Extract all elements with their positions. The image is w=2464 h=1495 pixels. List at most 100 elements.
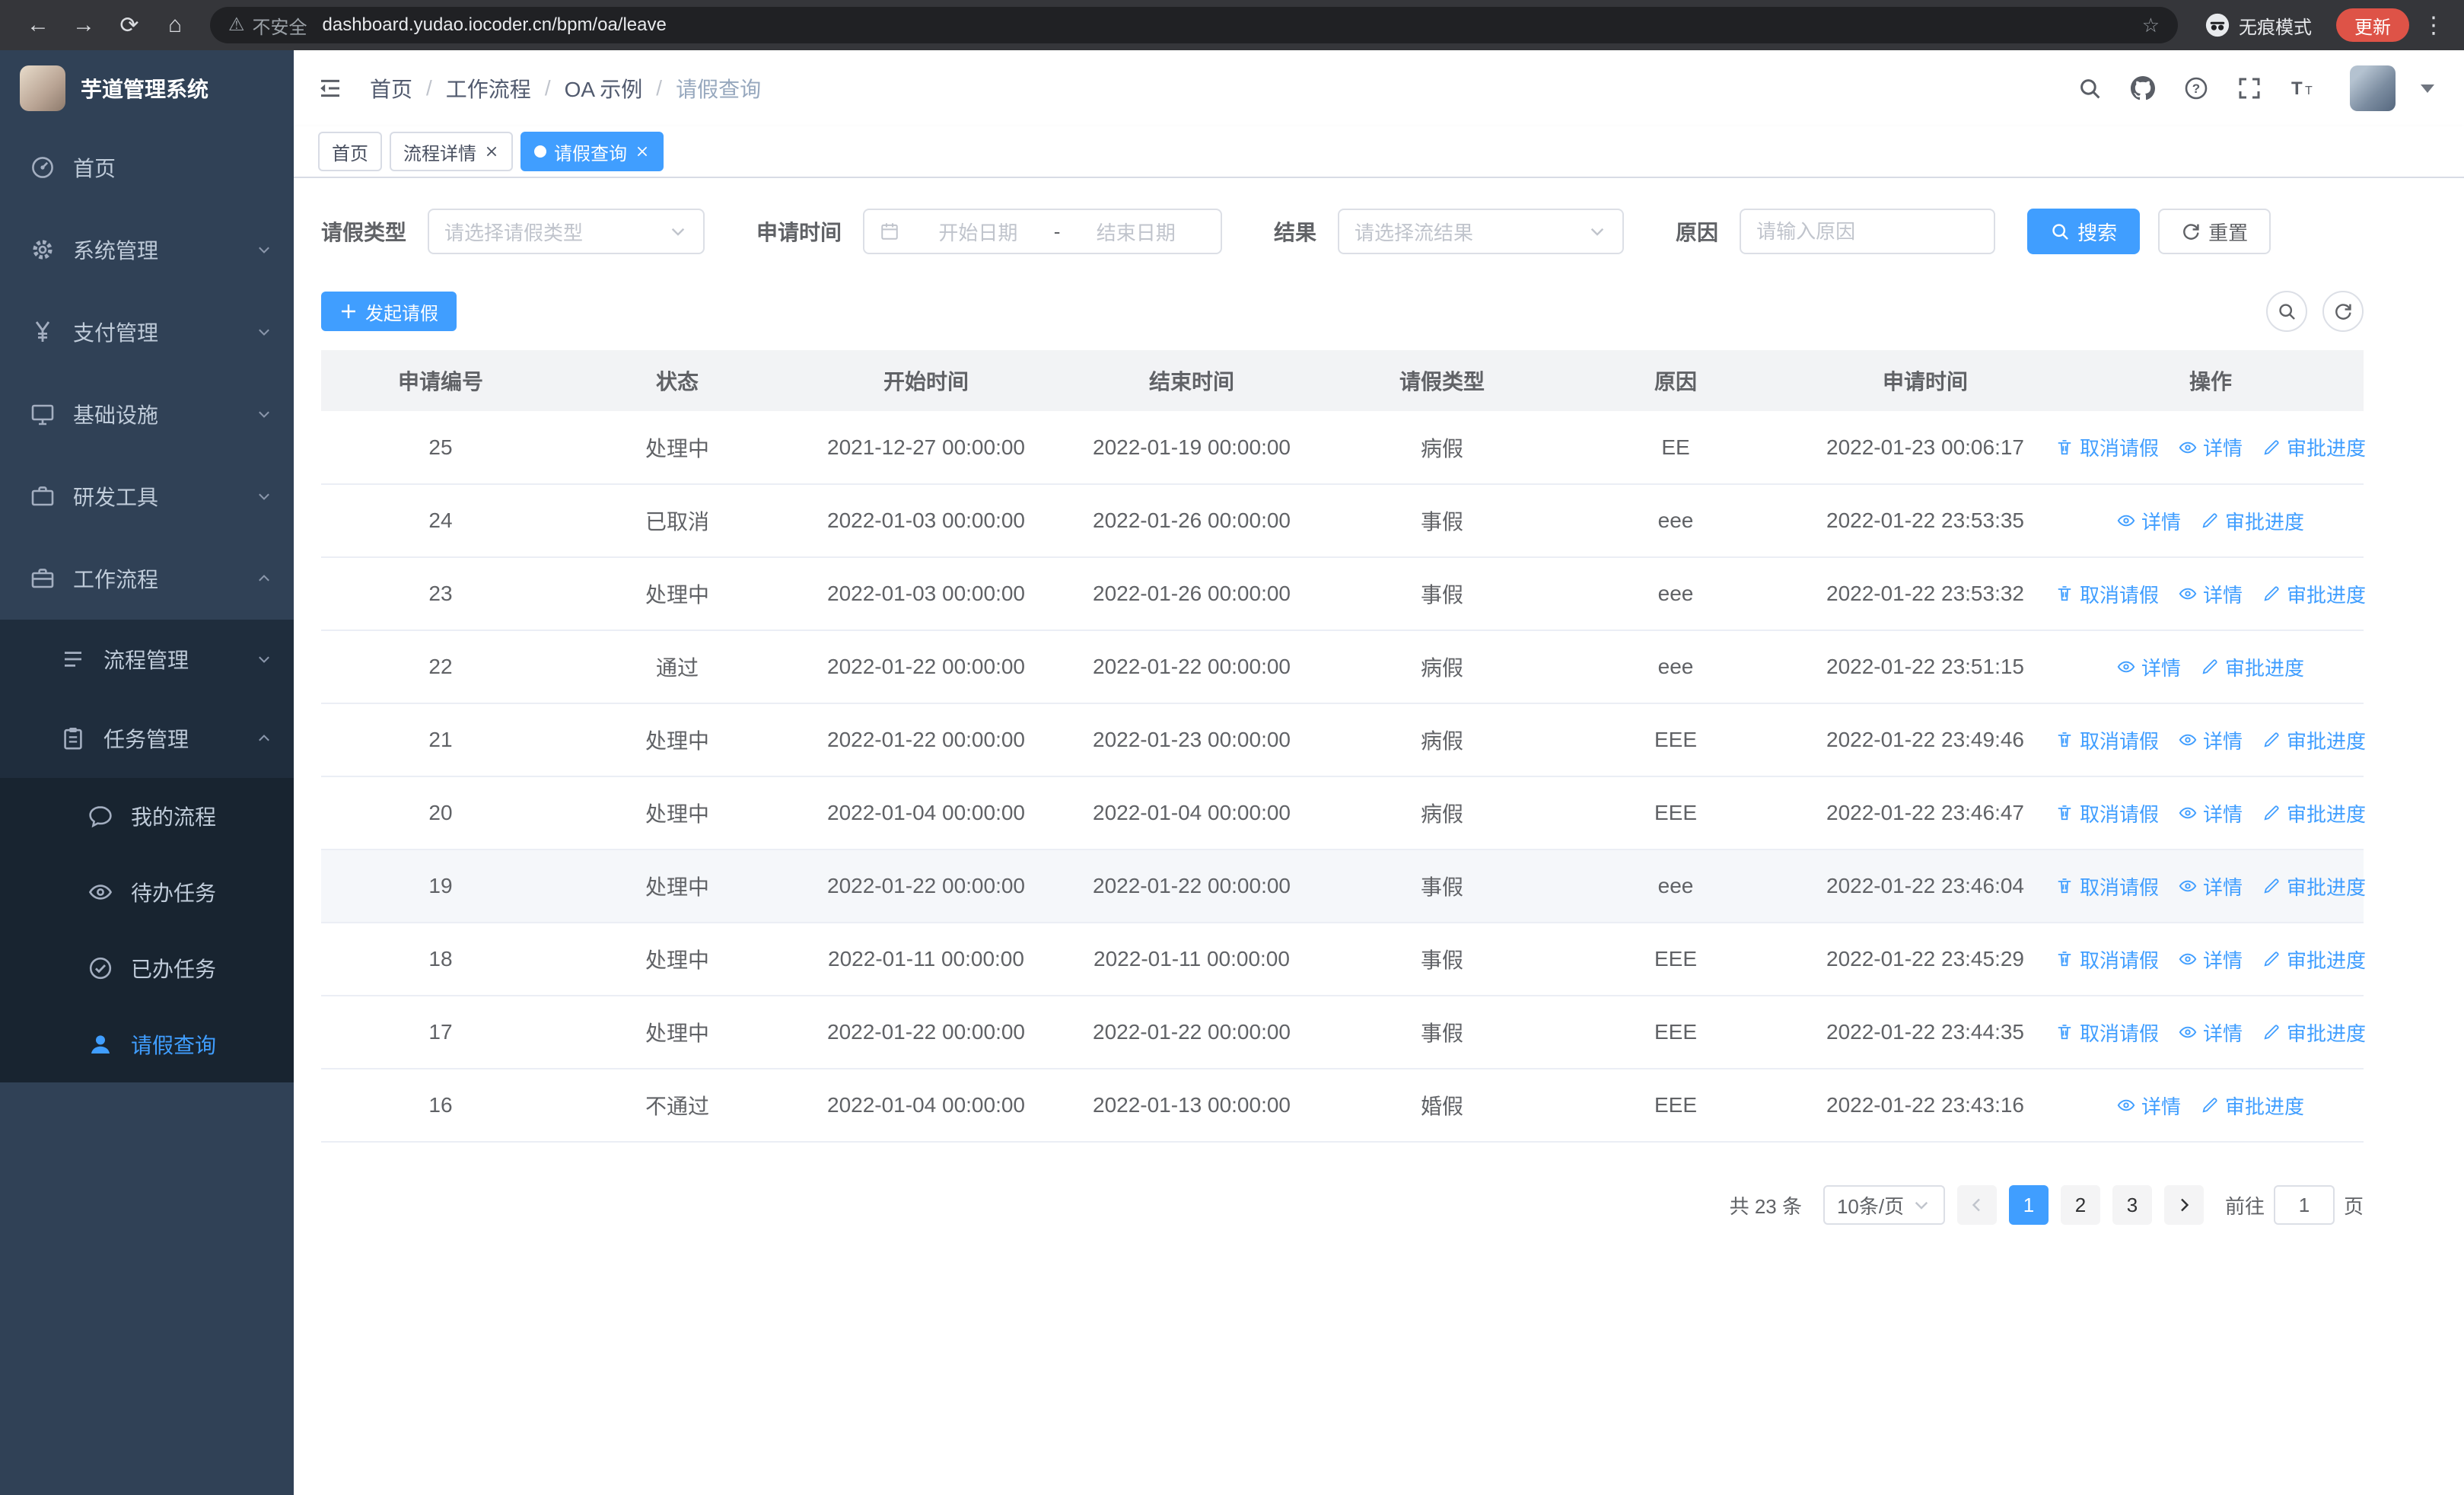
progress-link-label: 审批进度 (2287, 948, 2367, 972)
update-label: 更新 (2354, 17, 2391, 38)
cancel-leave-link-label: 取消请假 (2079, 948, 2159, 972)
progress-link[interactable]: 审批进度 (2262, 1018, 2366, 1047)
detail-link[interactable]: 详情 (2117, 1092, 2181, 1120)
app-logo[interactable]: 芋道管理系统 (0, 50, 294, 126)
browser-update-button[interactable]: 更新 (2336, 8, 2409, 42)
sidebar-item-label: 基础设施 (73, 403, 159, 427)
toggle-search-button[interactable] (2266, 291, 2307, 332)
github-icon[interactable] (2131, 76, 2155, 100)
cancel-leave-link[interactable]: 取消请假 (2055, 799, 2159, 827)
sidebar-item-todo-tasks[interactable]: 待办任务 (0, 854, 294, 930)
detail-link[interactable]: 详情 (2179, 799, 2243, 827)
search-icon[interactable] (2077, 76, 2102, 100)
tab-close-icon[interactable] (635, 144, 650, 159)
cell-applied: 2022-01-22 23:44:35 (1793, 996, 2058, 1069)
detail-link[interactable]: 详情 (2179, 872, 2243, 901)
create-leave-button[interactable]: 发起请假 (321, 292, 457, 331)
progress-link[interactable]: 审批进度 (2201, 507, 2304, 535)
sidebar-item-my-process[interactable]: 我的流程 (0, 778, 294, 854)
cancel-leave-link[interactable]: 取消请假 (2055, 433, 2159, 461)
page-button-2[interactable]: 2 (2060, 1185, 2100, 1225)
breadcrumb-item[interactable]: 工作流程 (446, 73, 531, 104)
cell-reason: EEE (1558, 703, 1793, 777)
incognito-badge: 无痕模式 (2205, 12, 2312, 39)
back-button[interactable]: ← (20, 7, 56, 43)
progress-link[interactable]: 审批进度 (2262, 945, 2366, 974)
cell-reason: EE (1558, 411, 1793, 485)
date-range-picker[interactable]: 开始日期 - 结束日期 (863, 209, 1223, 254)
sidebar-item-system[interactable]: 系统管理 (0, 209, 294, 291)
address-bar[interactable]: ⚠ 不安全 dashboard.yudao.iocoder.cn/bpm/oa/l… (210, 7, 2178, 43)
progress-link[interactable]: 审批进度 (2262, 433, 2366, 461)
tab-close-icon[interactable] (484, 144, 499, 159)
browser-menu-button[interactable]: ⋮ (2418, 12, 2449, 39)
progress-link[interactable]: 审批进度 (2201, 653, 2304, 681)
sidebar-item-done-tasks[interactable]: 已办任务 (0, 930, 294, 1006)
progress-link[interactable]: 审批进度 (2262, 799, 2366, 827)
progress-link[interactable]: 审批进度 (2262, 726, 2366, 754)
cell-actions: 详情 审批进度 (2058, 1069, 2364, 1143)
leave-type-select[interactable]: 请选择请假类型 (428, 209, 705, 254)
sidebar-item-payment[interactable]: 支付管理 (0, 291, 294, 373)
sidebar-item-infra[interactable]: 基础设施 (0, 373, 294, 455)
refresh-table-button[interactable] (2322, 291, 2364, 332)
breadcrumb-item[interactable]: 首页 (370, 73, 412, 104)
sidebar-collapse-icon[interactable] (318, 76, 342, 100)
cell-status: 已取消 (560, 484, 794, 558)
cancel-leave-link[interactable]: 取消请假 (2055, 945, 2159, 974)
caret-down-icon[interactable] (2415, 76, 2440, 100)
sidebar-item-task-mgmt[interactable]: 任务管理 (0, 699, 294, 778)
goto-page-input[interactable] (2273, 1185, 2335, 1225)
table-row: 19 处理中 2022-01-22 00:00:00 2022-01-22 00:00… (321, 850, 2366, 923)
fullscreen-icon[interactable] (2237, 76, 2262, 100)
browser-chrome: ← → ⟳ ⌂ ⚠ 不安全 dashboard.yudao.iocoder.cn/… (0, 0, 2464, 50)
sidebar-item-process-mgmt[interactable]: 流程管理 (0, 620, 294, 699)
filter-apply-time: 申请时间 开始日期 - 结束日期 (756, 209, 1223, 254)
detail-link[interactable]: 详情 (2179, 433, 2243, 461)
progress-link[interactable]: 审批进度 (2262, 580, 2366, 608)
detail-link[interactable]: 详情 (2179, 726, 2243, 754)
cancel-leave-link[interactable]: 取消请假 (2055, 726, 2159, 754)
search-button[interactable]: 搜索 (2027, 209, 2141, 254)
tab-leave-query[interactable]: 请假查询 (520, 132, 664, 171)
breadcrumb: 首页 / 工作流程 / OA 示例 / 请假查询 (370, 73, 761, 104)
page-size-select[interactable]: 10条/页 (1823, 1185, 1945, 1225)
list-icon (61, 647, 85, 671)
reason-input[interactable] (1740, 209, 1996, 254)
prev-page-button[interactable] (1956, 1185, 1997, 1225)
page-button-1[interactable]: 1 (2008, 1185, 2049, 1225)
user-avatar[interactable] (2350, 65, 2396, 111)
cancel-leave-link[interactable]: 取消请假 (2055, 1018, 2159, 1047)
security-status[interactable]: ⚠ 不安全 (228, 12, 307, 39)
cancel-leave-link-label: 取消请假 (2079, 802, 2159, 826)
forward-button[interactable]: → (65, 7, 102, 43)
next-page-button[interactable] (2163, 1185, 2204, 1225)
detail-link[interactable]: 详情 (2179, 1018, 2243, 1047)
eye-icon (2117, 512, 2135, 530)
progress-link[interactable]: 审批进度 (2201, 1092, 2304, 1120)
sidebar-item-workflow[interactable]: 工作流程 (0, 537, 294, 620)
sidebar-item-devtools[interactable]: 研发工具 (0, 455, 294, 537)
cancel-leave-link[interactable]: 取消请假 (2055, 580, 2159, 608)
reset-button-label: 重置 (2208, 221, 2249, 244)
breadcrumb-item[interactable]: OA 示例 (565, 73, 643, 104)
progress-link[interactable]: 审批进度 (2262, 872, 2366, 901)
help-icon[interactable]: ? (2184, 76, 2208, 100)
detail-link[interactable]: 详情 (2179, 580, 2243, 608)
reload-button[interactable]: ⟳ (111, 7, 148, 43)
cell-status: 处理中 (560, 411, 794, 485)
sidebar-item-leave-query[interactable]: 请假查询 (0, 1006, 294, 1082)
tab-process-detail[interactable]: 流程详情 (390, 132, 513, 171)
tab-home[interactable]: 首页 (318, 132, 382, 171)
result-select[interactable]: 请选择流结果 (1338, 209, 1625, 254)
home-button[interactable]: ⌂ (157, 7, 193, 43)
font-size-icon[interactable]: TT (2291, 76, 2315, 100)
detail-link[interactable]: 详情 (2179, 945, 2243, 974)
detail-link[interactable]: 详情 (2117, 653, 2181, 681)
sidebar-item-home[interactable]: 首页 (0, 126, 294, 209)
page-button-3[interactable]: 3 (2112, 1185, 2152, 1225)
detail-link[interactable]: 详情 (2117, 507, 2181, 535)
cancel-leave-link[interactable]: 取消请假 (2055, 872, 2159, 901)
bookmark-star-icon[interactable]: ☆ (2142, 14, 2160, 37)
reset-button[interactable]: 重置 (2158, 209, 2271, 254)
